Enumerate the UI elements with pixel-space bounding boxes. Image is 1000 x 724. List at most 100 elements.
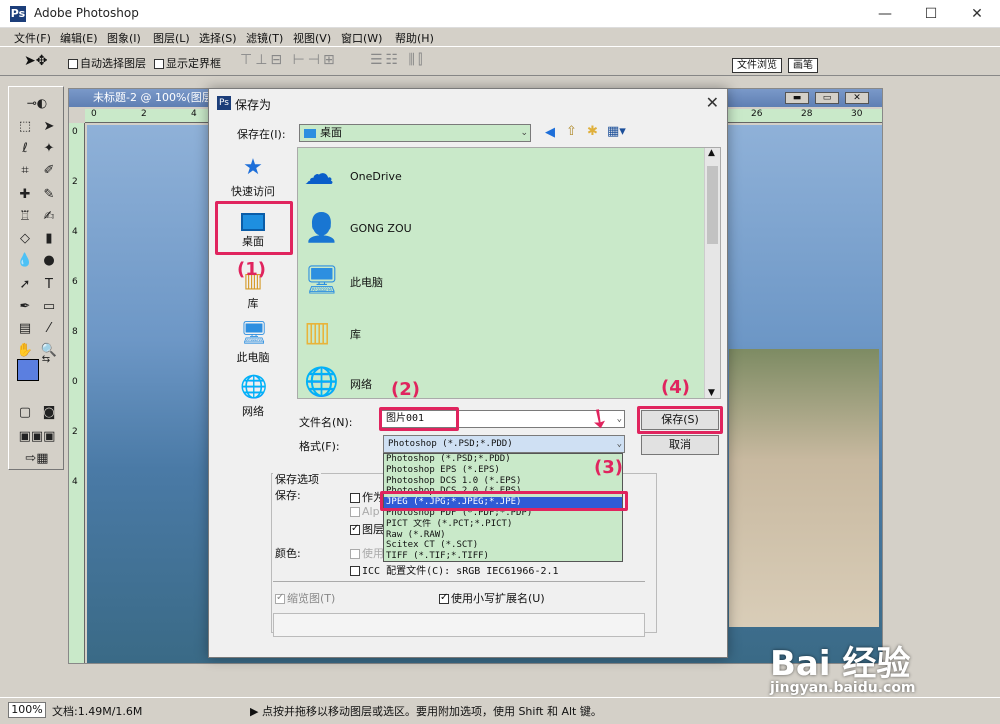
doc-minimize-button[interactable]: ▬ (785, 92, 809, 104)
align-icons[interactable]: ⊤⊥⊟ ⊢⊣⊞ (240, 52, 338, 68)
brush-tool-icon[interactable]: ✎ (38, 185, 60, 205)
maximize-button[interactable]: ☐ (908, 0, 954, 28)
checkbox-icon (68, 59, 78, 69)
annotation-label-4: (4) (661, 377, 690, 398)
cancel-button[interactable]: 取消 (641, 435, 719, 455)
type-tool-icon[interactable]: T (38, 275, 60, 295)
history-brush-icon[interactable]: ✍ (38, 207, 60, 227)
format-option[interactable]: Scitex CT (*.SCT) (384, 540, 622, 551)
distribute-icons[interactable]: ☰☷ ⫼⫿ (370, 52, 425, 68)
library-folder-icon: ▥ (304, 315, 331, 348)
quick-mask-icon[interactable]: ◙ (38, 403, 60, 423)
minimize-button[interactable]: — (862, 0, 908, 28)
place-network[interactable]: 🌐 网络 (213, 375, 293, 419)
format-option[interactable]: Photoshop EPS (*.EPS) (384, 465, 622, 476)
options-bar: ➤✥ 自动选择图层 显示定界框 ⊤⊥⊟ ⊢⊣⊞ ☰☷ ⫼⫿ (0, 46, 1000, 76)
layers-checkbox[interactable]: 图层 (350, 521, 384, 537)
photoshop-logo-icon: Ps (217, 96, 231, 110)
scroll-down-icon[interactable]: ▼ (708, 388, 715, 398)
menu-view[interactable]: 视图(V) (293, 30, 331, 46)
use-proof-label: 使用 (362, 547, 384, 560)
foreground-color-swatch[interactable] (17, 359, 39, 381)
hand-tool-icon[interactable]: ✋ (14, 341, 36, 361)
slice-tool-icon[interactable]: ✐ (38, 161, 60, 181)
crop-tool-icon[interactable]: ⌗ (14, 161, 36, 181)
eyedropper-icon[interactable]: ⁄ (38, 319, 60, 339)
icc-profile-checkbox[interactable]: ICC 配置文件(C): sRGB IEC61966-2.1 (350, 562, 559, 577)
blur-tool-icon[interactable]: 💧 (14, 251, 36, 271)
menu-image[interactable]: 图象(I) (107, 30, 141, 46)
magic-wand-icon[interactable]: ✦ (38, 139, 60, 159)
menu-edit[interactable]: 编辑(E) (60, 30, 98, 46)
format-option[interactable]: Photoshop DCS 1.0 (*.EPS) (384, 476, 622, 487)
healing-brush-icon[interactable]: ✚ (14, 185, 36, 205)
path-select-icon[interactable]: ➚ (14, 275, 36, 295)
file-item-network[interactable]: 🌐 网络 (304, 362, 694, 402)
up-folder-icon[interactable]: ⇧ (566, 124, 577, 139)
back-icon[interactable]: ◀ (545, 125, 555, 140)
format-option[interactable]: Raw (*.RAW) (384, 530, 622, 541)
checkbox-icon (154, 59, 164, 69)
close-button[interactable]: ✕ (954, 0, 1000, 28)
place-quick-access[interactable]: ★ 快速访问 (213, 155, 293, 199)
palette-tab-file-browser[interactable]: 文件浏览 (732, 58, 782, 73)
marquee-tool-icon[interactable]: ⬚ (14, 117, 36, 137)
file-item-this-pc[interactable]: 🖥 此电脑 (304, 260, 694, 300)
menu-file[interactable]: 文件(F) (14, 30, 51, 46)
clone-stamp-icon[interactable]: ♖ (14, 207, 36, 227)
ruler-tick-label: 2 (72, 427, 78, 437)
show-bounding-box-label: 显示定界框 (166, 57, 221, 70)
save-as-copy-checkbox[interactable]: 作为 (350, 489, 384, 505)
swap-colors-icon[interactable]: ⇆ (39, 353, 53, 367)
menu-select[interactable]: 选择(S) (199, 30, 237, 46)
ruler-tick-label: 0 (72, 127, 78, 137)
scrollbar-thumb[interactable] (707, 166, 718, 244)
screen-mode-icons[interactable]: ▣▣▣ (14, 427, 60, 447)
image-canvas-coast (729, 349, 879, 627)
format-option[interactable]: TIFF (*.TIF;*.TIFF) (384, 551, 622, 562)
file-item-onedrive[interactable]: ☁ OneDrive (304, 156, 694, 196)
shape-tool-icon[interactable]: ▭ (38, 297, 60, 317)
lowercase-extension-checkbox[interactable]: 使用小写扩展名(U) (439, 590, 545, 606)
doc-maximize-button[interactable]: ▭ (815, 92, 839, 104)
menu-window[interactable]: 窗口(W) (341, 30, 382, 46)
checkbox-icon (350, 566, 360, 576)
menu-filter[interactable]: 滤镜(T) (246, 30, 283, 46)
divider (273, 581, 645, 582)
pen-tool-icon[interactable]: ✒ (14, 297, 36, 317)
ruler-tick-label: 28 (801, 109, 813, 119)
lasso-tool-icon[interactable]: ℓ (14, 139, 36, 159)
show-bounding-box-checkbox[interactable]: 显示定界框 (154, 55, 221, 71)
format-option[interactable]: PICT 文件 (*.PCT;*.PICT) (384, 519, 622, 530)
doc-close-button[interactable]: ✕ (845, 92, 869, 104)
menu-help[interactable]: 帮助(H) (395, 30, 434, 46)
annotation-box-2 (379, 407, 459, 431)
format-dropdown[interactable]: Photoshop (*.PSD;*.PDD) ⌄ (383, 435, 625, 453)
palette-tab-brushes[interactable]: 画笔 (788, 58, 818, 73)
zoom-field[interactable]: 100% (8, 702, 46, 718)
jump-to-imageready-icon[interactable]: ⇨▦ (14, 449, 60, 469)
move-tool-icon[interactable]: ➤ (38, 117, 60, 137)
standard-mode-icon[interactable]: ▢ (14, 403, 36, 423)
file-list-scrollbar[interactable]: ▲ ▼ (704, 148, 720, 398)
move-tool-icon[interactable]: ➤✥ (24, 53, 47, 69)
save-in-dropdown[interactable]: 桌面 ⌄ (299, 124, 531, 142)
scroll-up-icon[interactable]: ▲ (708, 148, 715, 158)
notes-tool-icon[interactable]: ▤ (14, 319, 36, 339)
view-menu-icon[interactable]: ▦▾ (607, 124, 626, 139)
file-item-libraries[interactable]: ▥ 库 (304, 312, 694, 352)
eraser-tool-icon[interactable]: ◇ (14, 229, 36, 249)
checkbox-icon (350, 507, 360, 517)
place-this-pc[interactable]: 🖥 此电脑 (213, 321, 293, 365)
file-list[interactable]: ☁ OneDrive 👤 GONG ZOU 🖥 此电脑 ▥ 库 🌐 网络 ▲ ▼ (297, 147, 721, 399)
gradient-tool-icon[interactable]: ▮ (38, 229, 60, 249)
file-name: GONG ZOU (350, 222, 412, 235)
file-item-user-folder[interactable]: 👤 GONG ZOU (304, 208, 694, 248)
dialog-close-button[interactable]: ✕ (706, 93, 719, 112)
dodge-tool-icon[interactable]: ● (38, 251, 60, 271)
format-option[interactable]: Photoshop (*.PSD;*.PDD) (384, 454, 622, 465)
document-size: 文档:1.49M/1.6M (52, 705, 143, 718)
new-folder-icon[interactable]: ✱ (587, 124, 598, 139)
menu-layer[interactable]: 图层(L) (153, 30, 190, 46)
auto-select-layer-checkbox[interactable]: 自动选择图层 (68, 55, 146, 71)
